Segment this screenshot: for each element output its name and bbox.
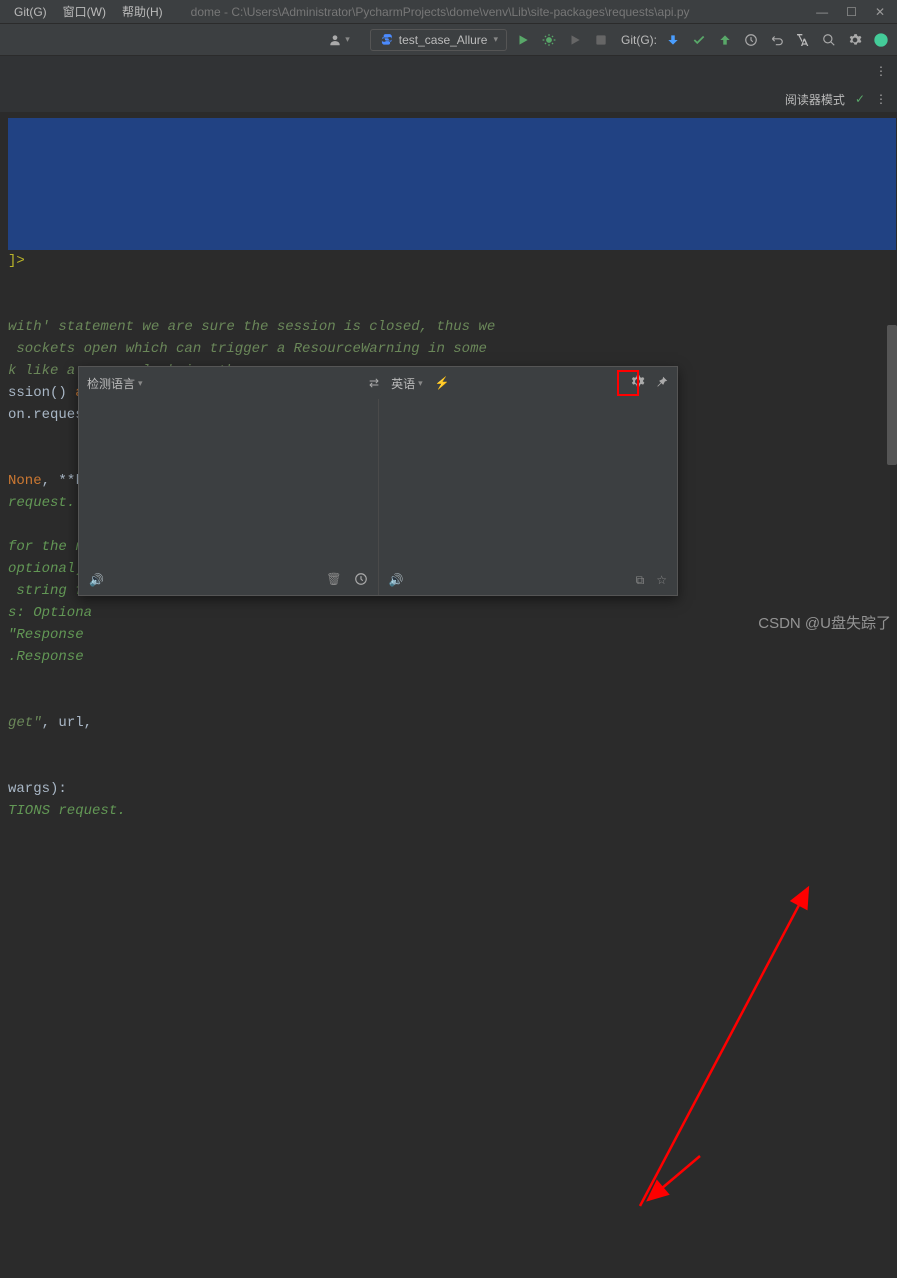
editor-header: ⋮ — [0, 56, 897, 86]
swap-lang-button[interactable]: ⇄ — [369, 376, 379, 390]
run-button[interactable] — [513, 30, 533, 50]
annotation-arrows — [0, 828, 897, 1278]
toolbar: ▾ test_case_Allure ▾ Git(G): — [0, 24, 897, 56]
git-history-button[interactable] — [741, 30, 761, 50]
emoji-icon[interactable] — [871, 30, 891, 50]
reader-mode-label[interactable]: 阅读器模式 — [785, 91, 845, 108]
copy-button[interactable]: ⧉ — [636, 573, 645, 588]
target-lang-selector[interactable]: 英语▾ — [391, 375, 423, 392]
more-icon[interactable]: ⋮ — [875, 64, 887, 78]
history-button[interactable] — [354, 572, 368, 589]
git-label: Git(G): — [621, 33, 657, 47]
git-commit-button[interactable] — [689, 30, 709, 50]
python-icon — [379, 33, 393, 47]
delete-button[interactable]: 🗑 — [326, 572, 341, 589]
source-text-col: 🔊 🗑 — [79, 399, 379, 595]
git-rollback-button[interactable] — [767, 30, 787, 50]
speak-target-button[interactable]: 🔊 — [389, 573, 404, 587]
window-controls: — ☐ ✕ — [816, 5, 891, 19]
git-update-button[interactable] — [663, 30, 683, 50]
translate-popup: 检测语言▾ ⇄ 英语▾ ⚡ 🔊 🗑 — [78, 366, 678, 596]
scrollbar-thumb[interactable] — [887, 325, 897, 465]
close-button[interactable]: ✕ — [875, 5, 885, 19]
chevron-down-icon: ▾ — [493, 34, 498, 45]
titlebar: Git(G) 窗口(W) 帮助(H) dome - C:\Users\Admin… — [0, 0, 897, 24]
speak-source-button[interactable]: 🔊 — [89, 573, 104, 587]
git-push-button[interactable] — [715, 30, 735, 50]
target-text-area — [379, 399, 678, 565]
profile-button[interactable] — [591, 30, 611, 50]
run-config-label: test_case_Allure — [399, 33, 488, 47]
translate-button[interactable] — [793, 30, 813, 50]
translate-body: 🔊 🗑 🔊 ⧉ ☆ — [79, 399, 677, 595]
title-path: dome - C:\Users\Administrator\PycharmPro… — [191, 5, 817, 19]
menu-help[interactable]: 帮助(H) — [114, 1, 171, 22]
search-button[interactable] — [819, 30, 839, 50]
menu-window[interactable]: 窗口(W) — [55, 1, 114, 22]
translate-header: 检测语言▾ ⇄ 英语▾ ⚡ — [79, 367, 677, 399]
gutter-more-icon[interactable]: ⋮ — [875, 92, 887, 106]
selection-highlight — [8, 118, 896, 250]
instant-icon[interactable]: ⚡ — [435, 376, 450, 390]
menu-git[interactable]: Git(G) — [6, 3, 55, 21]
minimize-button[interactable]: — — [816, 5, 828, 19]
star-button[interactable]: ☆ — [656, 573, 667, 588]
maximize-button[interactable]: ☐ — [846, 5, 857, 19]
check-icon[interactable]: ✓ — [855, 92, 865, 106]
target-text-col: 🔊 ⧉ ☆ — [379, 399, 678, 595]
watermark: CSDN @U盘失踪了 — [758, 612, 891, 633]
coverage-button[interactable] — [565, 30, 585, 50]
settings-button[interactable] — [845, 30, 865, 50]
translate-settings-button[interactable] — [630, 374, 645, 392]
editor-subheader: 阅读器模式 ✓ ⋮ — [0, 86, 897, 112]
run-config-selector[interactable]: test_case_Allure ▾ — [370, 29, 507, 51]
pin-button[interactable] — [655, 375, 669, 392]
source-lang-selector[interactable]: 检测语言▾ — [87, 375, 143, 392]
source-text-area[interactable] — [79, 399, 378, 565]
user-icon — [328, 33, 342, 47]
user-dropdown[interactable]: ▾ — [328, 33, 350, 47]
debug-button[interactable] — [539, 30, 559, 50]
